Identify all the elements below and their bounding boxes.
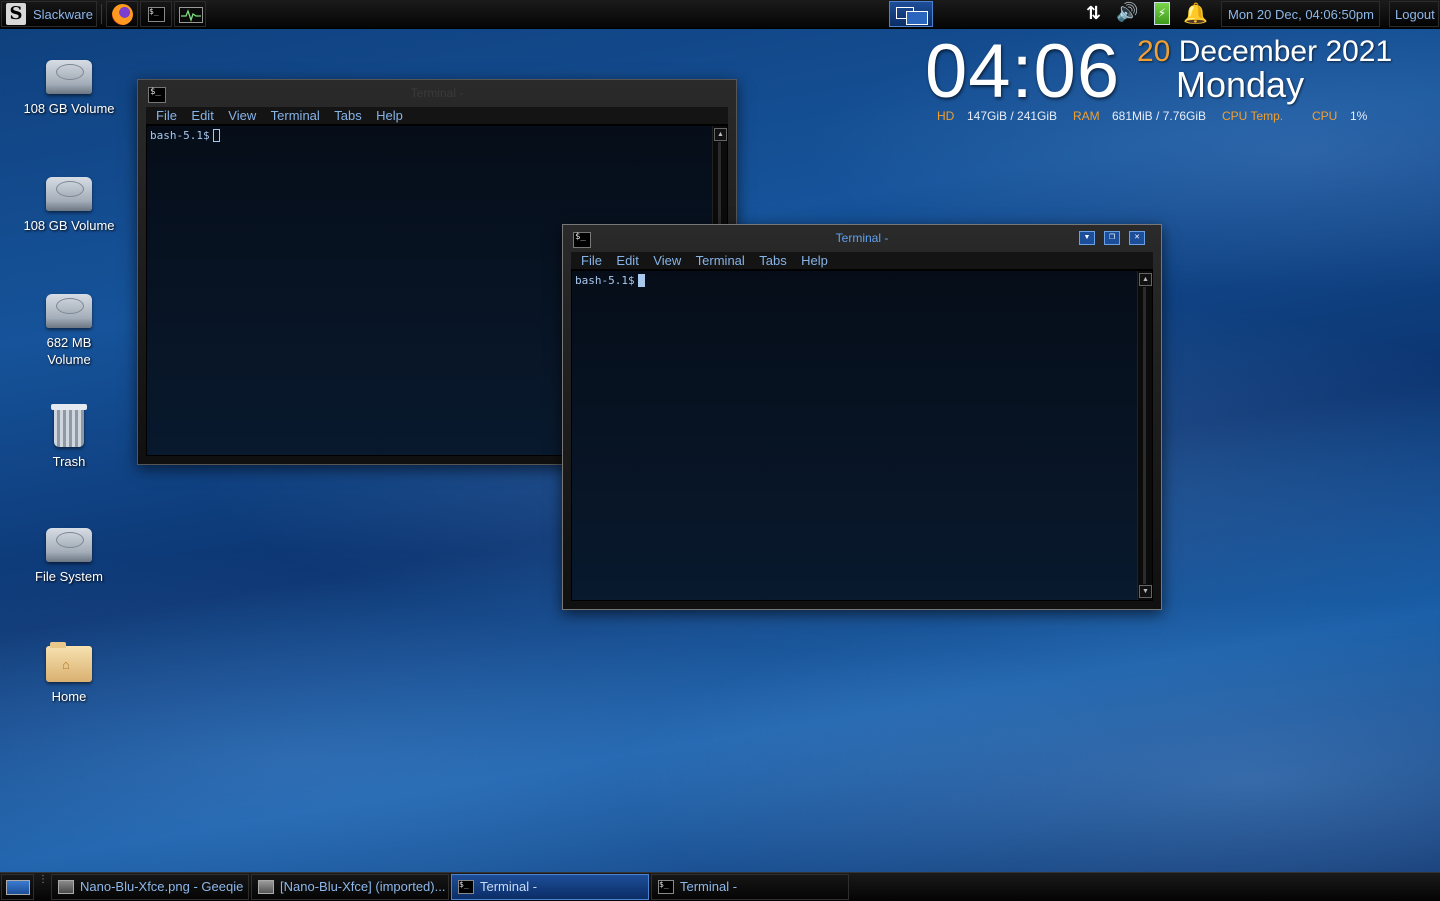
show-desktop-icon [6, 880, 30, 895]
workspace-switcher[interactable] [889, 1, 933, 27]
widget-hd-value: 147GiB / 241GiB [967, 109, 1058, 123]
window-titlebar[interactable]: $_ Terminal - [144, 84, 730, 104]
window-title: Terminal - [835, 231, 889, 245]
applications-menu-label: Slackware [33, 7, 93, 22]
widget-cpu-label: CPU [1312, 109, 1338, 123]
drive-icon [46, 60, 92, 94]
prompt-text: bash-5.1$ [150, 129, 210, 142]
task-label: Nano-Blu-Xfce.png - Geeqie [80, 879, 244, 894]
close-icon[interactable]: ✕ [1129, 231, 1145, 245]
volume-icon[interactable]: 🔊 [1116, 2, 1138, 23]
scroll-up-icon[interactable]: ▲ [714, 128, 727, 141]
window-titlebar[interactable]: $_ Terminal - ▼ ❐ ✕ [569, 229, 1155, 249]
menu-help[interactable]: Help [801, 252, 828, 269]
scroll-up-icon[interactable]: ▲ [1139, 273, 1152, 286]
trash-icon [51, 404, 87, 447]
notifications-bell-icon[interactable]: 🔔 [1183, 1, 1208, 26]
logout-button[interactable]: Logout [1389, 1, 1439, 27]
menu-view[interactable]: View [653, 252, 681, 269]
terminal-prompt: bash-5.1$ [150, 129, 220, 142]
task-label: Terminal - [680, 879, 738, 894]
system-monitor-icon [179, 7, 203, 23]
taskbar-handle[interactable]: ⋮ [38, 875, 48, 897]
system-monitor-launcher[interactable] [174, 1, 206, 27]
desktop-icon-volume-3[interactable]: 682 MB Volume [14, 294, 124, 368]
scroll-track[interactable] [1143, 287, 1146, 584]
task-label: Terminal - [480, 879, 538, 894]
panel-clock-text: Mon 20 Dec, 04:06:50pm [1228, 7, 1374, 22]
task-geeqie[interactable]: Nano-Blu-Xfce.png - Geeqie [51, 874, 249, 900]
widget-cpu-value: 1% [1350, 109, 1368, 123]
panel-separator [101, 4, 102, 24]
text-cursor [212, 129, 220, 142]
menu-terminal[interactable]: Terminal [271, 107, 320, 124]
scroll-down-icon[interactable]: ▼ [1139, 585, 1152, 598]
vertical-scrollbar[interactable]: ▲ ▼ [1137, 271, 1152, 600]
desktop-icon-filesystem[interactable]: File System [14, 528, 124, 585]
menu-file[interactable]: File [581, 252, 602, 269]
desktop-icon-label: Home [51, 689, 87, 704]
logout-label: Logout [1395, 7, 1435, 22]
firefox-launcher[interactable] [106, 1, 138, 27]
widget-time: 04:06 [925, 29, 1121, 114]
desktop-icon-trash[interactable]: Trash [14, 404, 124, 470]
gimp-icon [258, 880, 274, 894]
terminal-icon: $_ [148, 7, 165, 22]
desktop-icon-volume-1[interactable]: 108 GB Volume [14, 60, 124, 117]
maximize-icon[interactable]: ❐ [1104, 231, 1120, 245]
widget-weekday: Monday [1176, 64, 1305, 105]
task-terminal-active[interactable]: $_ Terminal - [451, 874, 649, 900]
network-icon[interactable]: ⇅ [1086, 3, 1101, 24]
top-panel: S Slackware $_ ⇅ 🔊 ⚡ 🔔 Mon 20 Dec, 04:06… [0, 0, 1440, 29]
firefox-icon [112, 4, 133, 25]
menu-tabs[interactable]: Tabs [334, 107, 361, 124]
applications-menu-button[interactable]: S Slackware [1, 1, 97, 27]
bottom-panel: ⋮ Nano-Blu-Xfce.png - Geeqie [Nano-Blu-X… [0, 872, 1440, 901]
widget-hd-label: HD [937, 109, 955, 123]
drive-icon [46, 294, 92, 328]
widget-day: 20 [1137, 35, 1171, 68]
drive-icon [46, 177, 92, 211]
image-viewer-icon [58, 880, 74, 894]
desktop-icon-volume-2[interactable]: 108 GB Volume [14, 177, 124, 234]
terminal-area[interactable]: bash-5.1$ ▲ ▼ [571, 270, 1153, 601]
home-folder-icon: ⌂ [46, 642, 92, 682]
menu-terminal[interactable]: Terminal [696, 252, 745, 269]
desktop-icon-label: 682 MB Volume [46, 335, 92, 367]
terminal-launcher[interactable]: $_ [140, 1, 172, 27]
show-desktop-button[interactable] [1, 874, 34, 900]
menu-tabs[interactable]: Tabs [759, 252, 786, 269]
window-title: Terminal - [410, 86, 464, 100]
minimize-icon[interactable]: ▼ [1079, 231, 1095, 245]
task-terminal[interactable]: $_ Terminal - [651, 874, 849, 900]
battery-icon[interactable]: ⚡ [1154, 2, 1170, 25]
desktop-icon-label: File System [35, 569, 103, 584]
widget-ram-value: 681MiB / 7.76GiB [1112, 109, 1207, 123]
prompt-text: bash-5.1$ [575, 274, 635, 287]
menu-file[interactable]: File [156, 107, 177, 124]
terminal-menubar: File Edit View Terminal Tabs Help [146, 107, 728, 125]
drive-icon [46, 528, 92, 562]
text-cursor [637, 274, 645, 287]
slackware-logo-icon: S [6, 3, 26, 25]
workspace-window-icon [906, 11, 928, 25]
terminal-icon: $_ [658, 880, 674, 894]
menu-help[interactable]: Help [376, 107, 403, 124]
task-label: [Nano-Blu-Xfce] (imported)... [280, 879, 446, 894]
terminal-icon: $_ [458, 880, 474, 894]
task-gimp[interactable]: [Nano-Blu-Xfce] (imported)... [251, 874, 449, 900]
menu-edit[interactable]: Edit [191, 107, 213, 124]
terminal-prompt: bash-5.1$ [575, 274, 645, 287]
widget-ram-label: RAM [1073, 109, 1100, 123]
desktop-icon-home[interactable]: ⌂ Home [14, 642, 124, 705]
desktop-icon-label: 108 GB Volume [23, 218, 115, 233]
terminal-menubar: File Edit View Terminal Tabs Help [571, 252, 1153, 270]
desktop-icon-label: Trash [52, 454, 86, 469]
terminal-window-front[interactable]: $_ Terminal - ▼ ❐ ✕ File Edit View Termi… [562, 224, 1162, 610]
desktop-icon-label: 108 GB Volume [23, 101, 115, 116]
menu-edit[interactable]: Edit [616, 252, 638, 269]
widget-cputemp-label: CPU Temp. [1222, 109, 1284, 123]
menu-view[interactable]: View [228, 107, 256, 124]
panel-clock[interactable]: Mon 20 Dec, 04:06:50pm [1221, 1, 1380, 27]
